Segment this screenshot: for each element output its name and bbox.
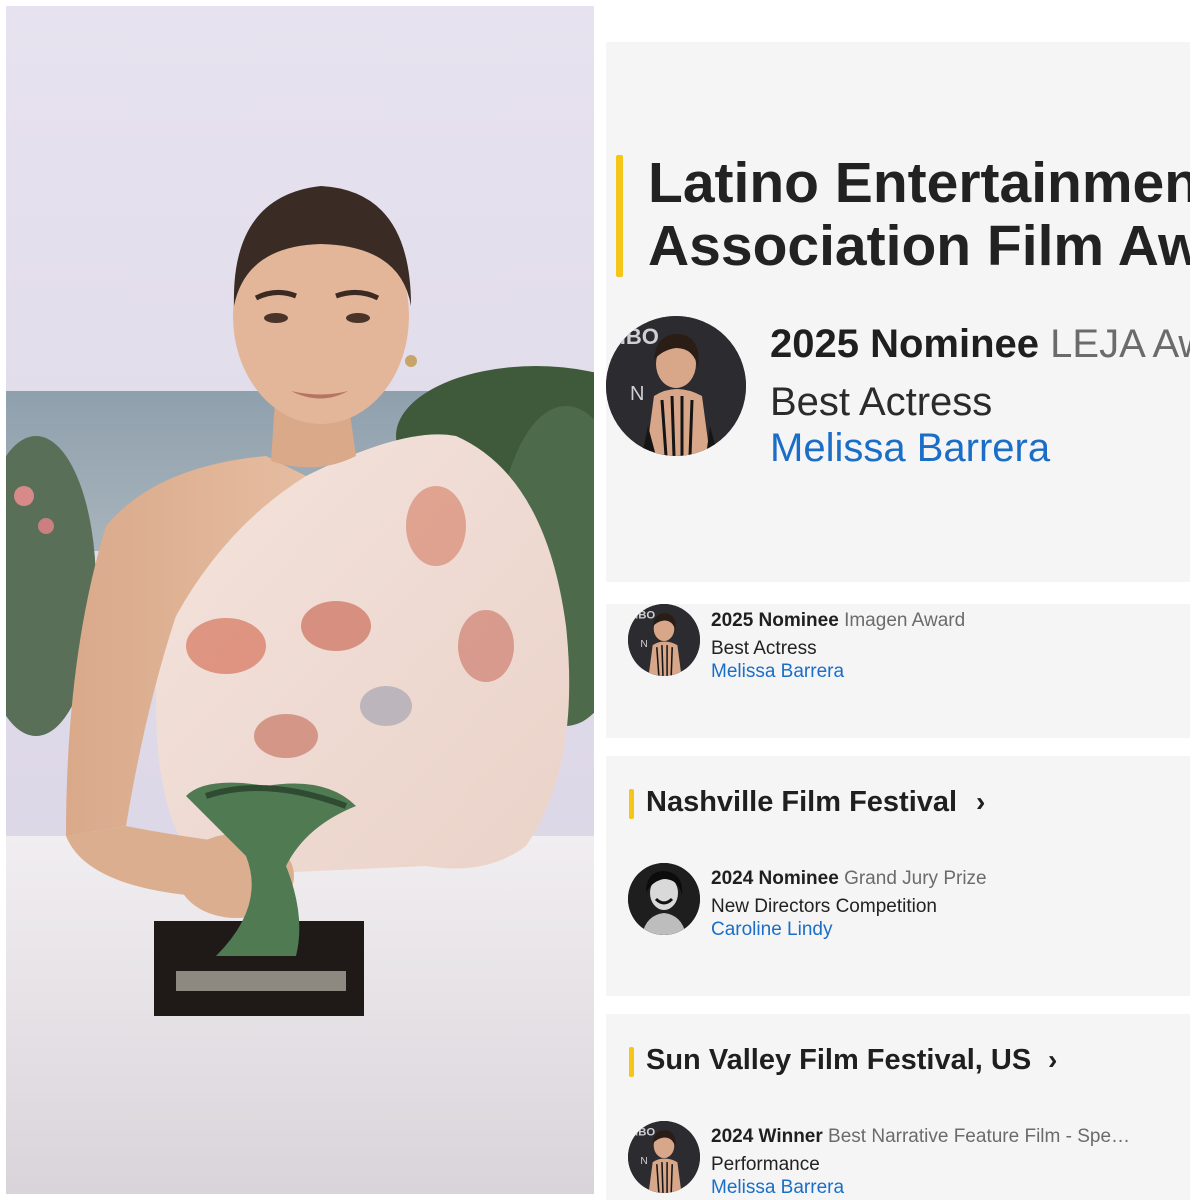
svg-text:N: N [630,383,644,405]
nomination-status: 2025 Nominee [711,610,839,631]
award-category: Best Actress [770,380,993,424]
nominee-link[interactable]: Caroline Lindy [711,919,832,941]
section-accent-bar [629,789,634,819]
nominee-avatar: HBO N [606,316,746,456]
svg-text:HBO: HBO [630,1126,655,1138]
festival-card-nashville: Nashville Film Festival › 2024 Nominee G… [606,756,1190,996]
chevron-right-icon[interactable]: › [1048,1044,1057,1076]
award-category: Performance [711,1154,820,1175]
section-accent-bar [629,1047,634,1077]
section-title-line1: Latino Entertainment [648,151,1190,215]
svg-text:HBO: HBO [630,609,655,621]
nominee-link[interactable]: Melissa Barrera [711,1177,844,1199]
award-name: Best Narrative Feature Film - Spe… [828,1126,1131,1147]
nominee-avatar [628,863,700,935]
nominee-link[interactable]: Melissa Barrera [711,661,844,683]
section-accent-bar [616,155,623,277]
award-photo [6,6,594,1194]
awards-panel: Latino Entertainment Association Film Aw… [596,0,1200,1200]
nomination-status: 2024 Winner [711,1126,823,1147]
award-name: Grand Jury Prize [844,868,987,889]
nominee-avatar: HBO N [628,1121,700,1193]
chevron-right-icon[interactable]: › [976,786,985,818]
section-title-link[interactable]: Latino Entertainment Association Film Aw… [648,152,1190,278]
nomination-status: 2024 Nominee [711,868,839,889]
nominee-avatar: HBO N [628,604,700,676]
festival-card-sun-valley: Sun Valley Film Festival, US › HBO N 202… [606,1014,1190,1200]
svg-text:HBO: HBO [610,324,659,349]
award-category: New Directors Competition [711,896,937,917]
award-name: LEJA Award [1050,322,1190,366]
festival-title[interactable]: Sun Valley Film Festival, US [646,1044,1031,1077]
award-card-imagen: HBO N 2025 Nominee Imagen Award Best Act… [606,604,1190,738]
section-title-line2: Association Film Awards [648,214,1190,278]
svg-text:N: N [640,639,647,650]
svg-text:N: N [640,1156,647,1167]
festival-title[interactable]: Nashville Film Festival [646,786,957,819]
award-name: Imagen Award [844,610,966,631]
award-category: Best Actress [711,638,817,659]
nomination-status: 2025 Nominee [770,322,1040,366]
award-card-leja: Latino Entertainment Association Film Aw… [606,42,1190,582]
nominee-link[interactable]: Melissa Barrera [770,426,1050,471]
